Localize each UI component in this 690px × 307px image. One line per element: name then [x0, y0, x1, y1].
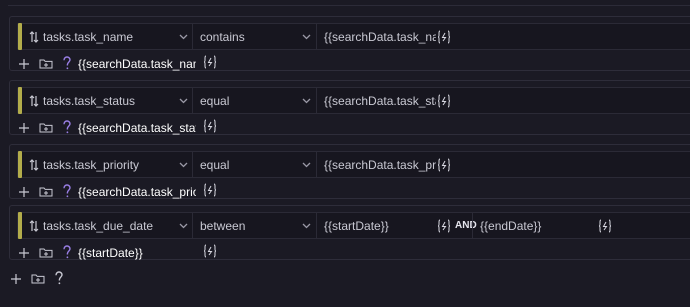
function-icon[interactable] [438, 158, 450, 172]
binding-value[interactable]: {{searchData.task_status}} [78, 121, 196, 135]
help-icon[interactable] [54, 271, 64, 285]
row-accent-bar [18, 87, 22, 114]
row-accent-bar [18, 212, 22, 239]
condition-actions: {{searchData.task_priority}} [10, 183, 690, 201]
condition-row: tasks.task_priority equal {{searchData.t… [17, 151, 690, 178]
field-select-value: tasks.task_due_date [43, 218, 154, 233]
value-input[interactable]: {{searchData.task_status}} [316, 88, 436, 113]
chevron-down-icon [302, 98, 311, 104]
function-icon[interactable] [438, 94, 450, 108]
help-icon[interactable] [62, 184, 72, 198]
field-select[interactable]: tasks.task_priority [43, 152, 193, 177]
chevron-down-icon [179, 223, 188, 229]
chevron-down-icon [302, 223, 311, 229]
add-group-icon[interactable] [39, 247, 53, 258]
condition-group: tasks.task_priority equal {{searchData.t… [9, 144, 690, 199]
function-icon[interactable] [599, 219, 611, 233]
operator-select[interactable]: equal [192, 152, 316, 177]
field-select-value: tasks.task_priority [43, 157, 140, 172]
binding-value[interactable]: {{searchData.task_name}} [78, 57, 196, 71]
range-end-text: {{endDate}} [480, 218, 542, 233]
root-actions [0, 269, 690, 289]
function-icon[interactable] [204, 183, 216, 197]
operator-select-value: contains [200, 29, 245, 44]
chevron-down-icon [302, 162, 311, 168]
plus-icon[interactable] [19, 187, 29, 197]
function-icon[interactable] [438, 30, 450, 44]
value-input-text: {{searchData.task_priority}} [324, 157, 436, 172]
binding-value[interactable]: {{startDate}} [78, 246, 196, 260]
operator-select-value: between [200, 218, 246, 233]
sort-icon[interactable] [29, 95, 39, 107]
value-input-text: {{searchData.task_status}} [324, 93, 436, 108]
range-start-input[interactable]: {{startDate}} [316, 213, 436, 238]
field-select-value: tasks.task_name [43, 29, 134, 44]
field-select[interactable]: tasks.task_status [43, 88, 193, 113]
sort-icon[interactable] [29, 159, 39, 171]
operator-select[interactable]: between [192, 213, 316, 238]
plus-icon[interactable] [11, 274, 21, 284]
condition-group: tasks.task_status equal {{searchData.tas… [9, 80, 690, 135]
condition-row: tasks.task_name contains {{searchData.ta… [17, 23, 690, 50]
field-select[interactable]: tasks.task_name [43, 24, 193, 49]
plus-icon[interactable] [19, 59, 29, 69]
add-group-icon[interactable] [31, 273, 45, 284]
value-input[interactable]: {{searchData.task_priority}} [316, 152, 436, 177]
plus-icon[interactable] [19, 248, 29, 258]
chevron-down-icon [302, 34, 311, 40]
condition-row: tasks.task_status equal {{searchData.tas… [17, 87, 690, 114]
chevron-down-icon [179, 162, 188, 168]
function-icon[interactable] [438, 219, 450, 233]
help-icon[interactable] [62, 120, 72, 134]
help-icon[interactable] [62, 245, 72, 259]
condition-row: tasks.task_due_date between {{startDate}… [17, 212, 690, 239]
field-select[interactable]: tasks.task_due_date [43, 213, 193, 238]
binding-value[interactable]: {{searchData.task_priority}} [78, 185, 196, 199]
range-start-text: {{startDate}} [324, 218, 389, 233]
chevron-down-icon [179, 98, 188, 104]
condition-actions: {{startDate}} [10, 244, 690, 262]
value-input-text: {{searchData.task_name}} [324, 29, 436, 44]
row-accent-bar [18, 23, 22, 50]
function-icon[interactable] [204, 55, 216, 69]
sort-icon[interactable] [29, 31, 39, 43]
condition-actions: {{searchData.task_status}} [10, 119, 690, 137]
row-accent-bar [18, 151, 22, 178]
condition-actions: {{searchData.task_name}} [10, 55, 690, 73]
top-divider [8, 5, 690, 6]
operator-select-value: equal [200, 93, 230, 108]
plus-icon[interactable] [19, 123, 29, 133]
help-icon[interactable] [62, 56, 72, 70]
condition-group: tasks.task_name contains {{searchData.ta… [9, 16, 690, 71]
operator-select[interactable]: contains [192, 24, 316, 49]
add-group-icon[interactable] [39, 122, 53, 133]
add-group-icon[interactable] [39, 58, 53, 69]
function-icon[interactable] [204, 119, 216, 133]
range-end-input[interactable]: {{endDate}} [472, 213, 592, 238]
sort-icon[interactable] [29, 220, 39, 232]
operator-select-value: equal [200, 157, 230, 172]
condition-group: tasks.task_due_date between {{startDate}… [9, 205, 690, 260]
value-input[interactable]: {{searchData.task_name}} [316, 24, 436, 49]
chevron-down-icon [179, 34, 188, 40]
field-select-value: tasks.task_status [43, 93, 136, 108]
function-icon[interactable] [204, 244, 216, 258]
operator-select[interactable]: equal [192, 88, 316, 113]
add-group-icon[interactable] [39, 186, 53, 197]
